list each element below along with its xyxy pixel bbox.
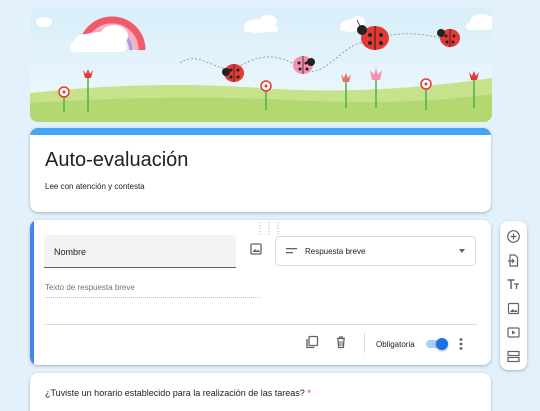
section-icon[interactable]	[506, 349, 521, 364]
required-asterisk: *	[307, 388, 311, 398]
footer-separator	[364, 333, 365, 353]
question-title-value: Nombre	[54, 247, 87, 257]
question-card[interactable]: ¿Tuviste un horario establecido para la …	[30, 373, 491, 411]
question-title: ¿Tuviste un horario establecido para la …	[45, 388, 311, 398]
add-circle-icon[interactable]	[506, 229, 521, 244]
chevron-down-icon	[459, 249, 465, 253]
drag-handle-icon[interactable]: ⋮⋮⋮ ⋮⋮⋮	[256, 222, 283, 236]
import-questions-icon[interactable]	[506, 253, 521, 268]
form-title-card: Auto-evaluación Lee con atención y conte…	[30, 128, 491, 212]
floating-toolbar	[500, 221, 527, 370]
active-indicator	[30, 220, 34, 365]
title-text-icon[interactable]	[506, 277, 521, 292]
form-description[interactable]: Lee con atención y contesta	[45, 182, 145, 192]
question-title-text: ¿Tuviste un horario establecido para la …	[45, 388, 305, 398]
footer-divider	[44, 324, 477, 325]
question-type-select[interactable]: Respuesta breve	[275, 236, 476, 266]
more-vert-icon[interactable]	[454, 336, 468, 352]
ladybug-icon	[222, 64, 244, 82]
short-answer-placeholder: Texto de respuesta breve	[45, 283, 260, 298]
delete-icon[interactable]	[334, 335, 348, 349]
question-type-label: Respuesta breve	[305, 247, 366, 256]
video-icon[interactable]	[506, 325, 521, 340]
question-title-input[interactable]: Nombre	[44, 235, 236, 268]
ladybug-icon	[437, 29, 460, 47]
required-toggle[interactable]	[425, 338, 449, 350]
add-image-icon[interactable]	[248, 241, 264, 257]
form-title[interactable]: Auto-evaluación	[45, 148, 188, 172]
required-label: Obligatoria	[376, 340, 415, 349]
image-icon[interactable]	[506, 301, 521, 316]
question-card-active[interactable]: ⋮⋮⋮ ⋮⋮⋮ Nombre Respuesta breve Texto de r…	[30, 220, 491, 365]
duplicate-icon[interactable]	[305, 335, 319, 349]
short-answer-icon	[286, 248, 297, 254]
ladybug-icon	[293, 56, 315, 74]
ladybug-meadow-illustration	[30, 14, 492, 122]
accent-bar	[30, 128, 491, 135]
header-banner	[30, 8, 492, 122]
